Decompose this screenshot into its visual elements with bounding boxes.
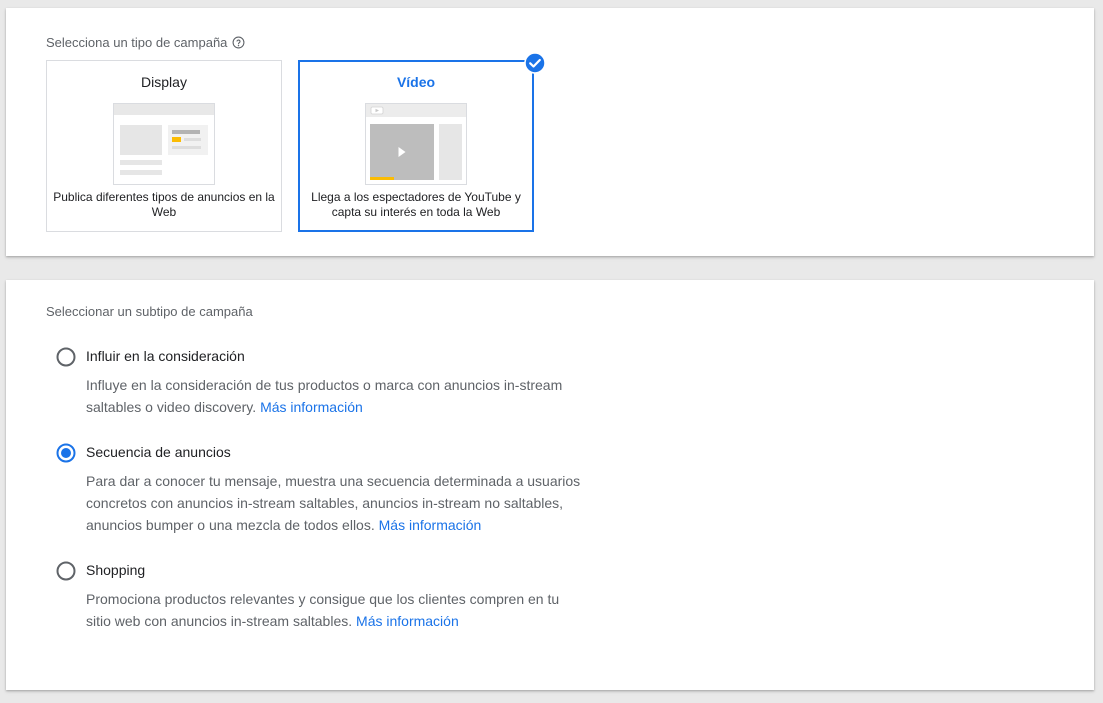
campaign-type-label: Selecciona un tipo de campaña bbox=[46, 35, 228, 50]
campaign-subtype-heading: Seleccionar un subtipo de campaña bbox=[46, 304, 253, 319]
campaign-type-description: Publica diferentes tipos de anuncios en … bbox=[53, 190, 275, 219]
more-info-link[interactable]: Más información bbox=[356, 613, 459, 629]
campaign-type-card: Selecciona un tipo de campaña Display Pu… bbox=[6, 8, 1094, 256]
subtype-description-text: Para dar a conocer tu mensaje, muestra u… bbox=[86, 473, 581, 533]
subtype-option-label: Secuencia de anuncios bbox=[86, 444, 231, 460]
check-circle-icon bbox=[524, 52, 546, 74]
subtype-description-text: Promociona productos relevantes y consig… bbox=[86, 591, 560, 629]
subtype-option-description: Influye en la consideración de tus produ… bbox=[86, 374, 586, 418]
radio-button-unchecked[interactable] bbox=[56, 347, 76, 367]
more-info-link[interactable]: Más información bbox=[260, 399, 363, 415]
campaign-type-video-option[interactable]: Vídeo Llega a los espectadores de YouTub… bbox=[298, 52, 546, 232]
subtype-option-label: Influir en la consideración bbox=[86, 348, 245, 364]
campaign-type-title: Vídeo bbox=[396, 74, 436, 90]
subtype-option-label: Shopping bbox=[86, 562, 146, 578]
video-illustration-icon bbox=[365, 103, 467, 185]
help-circle-icon[interactable] bbox=[232, 36, 245, 49]
more-info-link[interactable]: Más información bbox=[379, 517, 482, 533]
campaign-type-display-option[interactable]: Display Publica diferentes tipos de anun… bbox=[46, 60, 282, 232]
subtype-option-description: Para dar a conocer tu mensaje, muestra u… bbox=[86, 470, 586, 536]
campaign-subtype-card: Seleccionar un subtipo de campaña Influi… bbox=[6, 280, 1094, 690]
subtype-option-description: Promociona productos relevantes y consig… bbox=[86, 588, 586, 632]
campaign-type-heading: Selecciona un tipo de campaña bbox=[46, 35, 245, 50]
radio-button-unchecked[interactable] bbox=[56, 561, 76, 581]
campaign-type-title: Display bbox=[141, 74, 187, 90]
radio-button-checked[interactable] bbox=[56, 443, 76, 463]
display-illustration-icon bbox=[113, 103, 215, 185]
campaign-type-description: Llega a los espectadores de YouTube y ca… bbox=[311, 190, 521, 219]
